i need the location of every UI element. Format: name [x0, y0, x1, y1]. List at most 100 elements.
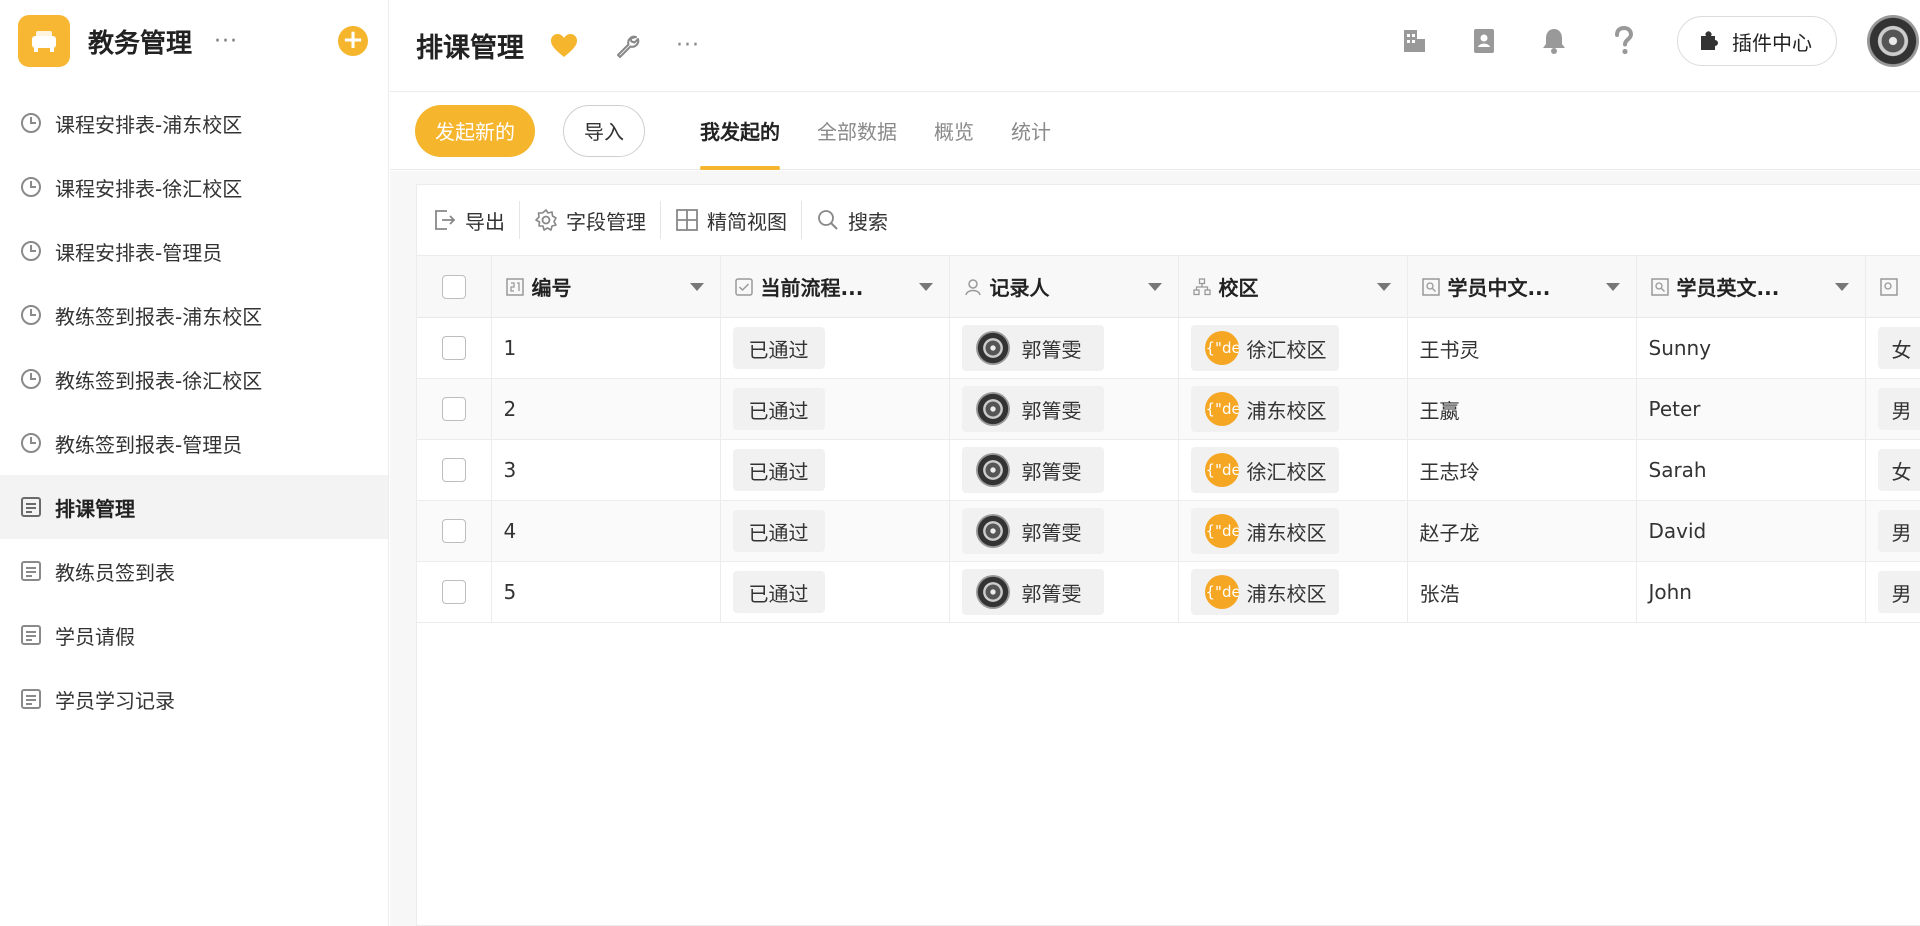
bell-icon[interactable]: [1537, 24, 1571, 58]
row-select-cell: [417, 439, 492, 501]
user-avatar[interactable]: [1867, 15, 1919, 67]
column-header-cn-name[interactable]: 学员中文...: [1407, 255, 1637, 318]
table-row[interactable]: 1 已通过 郭箐雯 {"de 徐汇校区 王书灵 Sunny 女: [417, 317, 1920, 379]
sidebar-item[interactable]: 教练签到报表-浦东校区: [0, 283, 388, 347]
column-header-campus[interactable]: 校区: [1178, 255, 1408, 318]
sidebar-item[interactable]: 学员请假: [0, 603, 388, 667]
app-title: 教务管理: [88, 28, 193, 59]
wrench-icon[interactable]: [614, 33, 640, 59]
gender-badge: 女: [1877, 449, 1920, 491]
form-icon: [20, 496, 42, 518]
column-header-gender[interactable]: [1865, 255, 1920, 318]
building-icon[interactable]: [1397, 24, 1431, 58]
column-header-en-name[interactable]: 学员英文...: [1636, 255, 1866, 318]
select-all-checkbox[interactable]: [441, 274, 466, 299]
sidebar-item[interactable]: 学员学习记录: [0, 667, 388, 731]
table-row[interactable]: 4 已通过 郭箐雯 {"de 浦东校区 赵子龙 David 男: [417, 500, 1920, 562]
sidebar-item[interactable]: 教练签到报表-管理员: [0, 411, 388, 475]
export-button[interactable]: 导出: [433, 200, 519, 240]
avatar: [975, 331, 1010, 365]
campus-name: 徐汇校区: [1246, 459, 1327, 484]
cell-gender: 男: [1865, 561, 1920, 623]
column-label: 当前流程...: [760, 276, 864, 300]
compact-view-button[interactable]: 精简视图: [675, 200, 801, 240]
caret-down-icon[interactable]: [1147, 283, 1162, 291]
tab-statistics[interactable]: 统计: [1011, 92, 1051, 170]
caret-down-icon[interactable]: [1834, 283, 1849, 291]
column-label: 校区: [1218, 276, 1259, 300]
help-icon[interactable]: [1607, 24, 1641, 58]
sidebar-item[interactable]: 课程安排表-徐汇校区: [0, 155, 388, 219]
clock-icon: [20, 112, 42, 134]
data-panel: 导出 字段管理 精简视图 搜索 编号 当前流程... 记录人 校区 学员中文..…: [416, 184, 1920, 926]
row-checkbox[interactable]: [441, 336, 466, 360]
cell-en-name: Peter: [1636, 378, 1866, 440]
heart-icon[interactable]: [550, 33, 578, 59]
topbar: 排课管理 ··· 插件中心: [390, 0, 1920, 92]
campus-chip: {"de 徐汇校区: [1190, 447, 1339, 493]
search-button[interactable]: 搜索: [816, 200, 902, 240]
column-header-recorder[interactable]: 记录人: [949, 255, 1179, 318]
autonumber-icon: [505, 277, 524, 296]
row-checkbox[interactable]: [441, 519, 466, 543]
table-row[interactable]: 5 已通过 郭箐雯 {"de 浦东校区 张浩 John 男: [417, 561, 1920, 623]
campus-avatar: {"de: [1204, 575, 1239, 609]
sidebar-item[interactable]: 教练签到报表-徐汇校区: [0, 347, 388, 411]
cell-en-name: Sunny: [1636, 317, 1866, 379]
lookup-icon: [1650, 277, 1669, 296]
cell-recorder: 郭箐雯: [949, 378, 1179, 440]
user-chip: 郭箐雯: [961, 447, 1104, 493]
more-icon[interactable]: ···: [676, 33, 700, 58]
column-label: 记录人: [989, 276, 1050, 300]
row-select-cell: [417, 500, 492, 562]
cell-id: 1: [491, 317, 721, 379]
app-logo-icon[interactable]: [18, 15, 70, 67]
row-checkbox[interactable]: [441, 458, 466, 482]
caret-down-icon[interactable]: [1605, 283, 1620, 291]
gender-badge: 男: [1877, 571, 1920, 613]
sidebar-item[interactable]: 课程安排表-管理员: [0, 219, 388, 283]
cell-campus: {"de 浦东校区: [1178, 561, 1408, 623]
caret-down-icon[interactable]: [1376, 283, 1391, 291]
row-select-cell: [417, 378, 492, 440]
row-checkbox[interactable]: [441, 397, 466, 421]
field-manage-button[interactable]: 字段管理: [534, 200, 660, 240]
import-button[interactable]: 导入: [563, 104, 645, 157]
form-icon: [20, 624, 42, 646]
campus-avatar: {"de: [1204, 392, 1239, 426]
app-more-icon[interactable]: ···: [214, 29, 238, 54]
campus-chip: {"de 徐汇校区: [1190, 325, 1339, 371]
user-name: 郭箐雯: [1021, 398, 1082, 423]
new-button[interactable]: 发起新的: [415, 104, 535, 157]
cell-en-name: John: [1636, 561, 1866, 623]
plugin-center-button[interactable]: 插件中心: [1677, 16, 1837, 66]
page-title: 排课管理: [416, 33, 524, 64]
add-button[interactable]: +: [338, 26, 368, 56]
caret-down-icon[interactable]: [918, 283, 933, 291]
campus-avatar: {"de: [1204, 453, 1239, 487]
sidebar-item[interactable]: 课程安排表-浦东校区: [0, 91, 388, 155]
tab-mine[interactable]: 我发起的: [700, 92, 780, 170]
sidebar-item-active[interactable]: 排课管理: [0, 475, 388, 539]
cell-status: 已通过: [720, 317, 950, 379]
contacts-icon[interactable]: [1467, 24, 1501, 58]
cell-cn-name: 王书灵: [1407, 317, 1637, 379]
tab-all-data[interactable]: 全部数据: [817, 92, 897, 170]
column-header-status[interactable]: 当前流程...: [720, 255, 950, 318]
sidebar-item[interactable]: 教练员签到表: [0, 539, 388, 603]
column-header-id[interactable]: 编号: [491, 255, 721, 318]
field-manage-label: 字段管理: [566, 209, 646, 234]
row-checkbox[interactable]: [441, 580, 466, 604]
caret-down-icon[interactable]: [689, 283, 704, 291]
cell-id: 2: [491, 378, 721, 440]
campus-name: 浦东校区: [1246, 581, 1327, 606]
campus-avatar: {"de: [1204, 331, 1239, 365]
table-row[interactable]: 2 已通过 郭箐雯 {"de 浦东校区 王嬴 Peter 男: [417, 378, 1920, 440]
cell-gender: 男: [1865, 500, 1920, 562]
row-select-cell: [417, 317, 492, 379]
table-row[interactable]: 3 已通过 郭箐雯 {"de 徐汇校区 王志玲 Sarah 女: [417, 439, 1920, 501]
hierarchy-icon: [1192, 277, 1211, 296]
tab-overview[interactable]: 概览: [934, 92, 974, 170]
clock-icon: [20, 368, 42, 390]
toolbar-divider: [801, 201, 802, 239]
